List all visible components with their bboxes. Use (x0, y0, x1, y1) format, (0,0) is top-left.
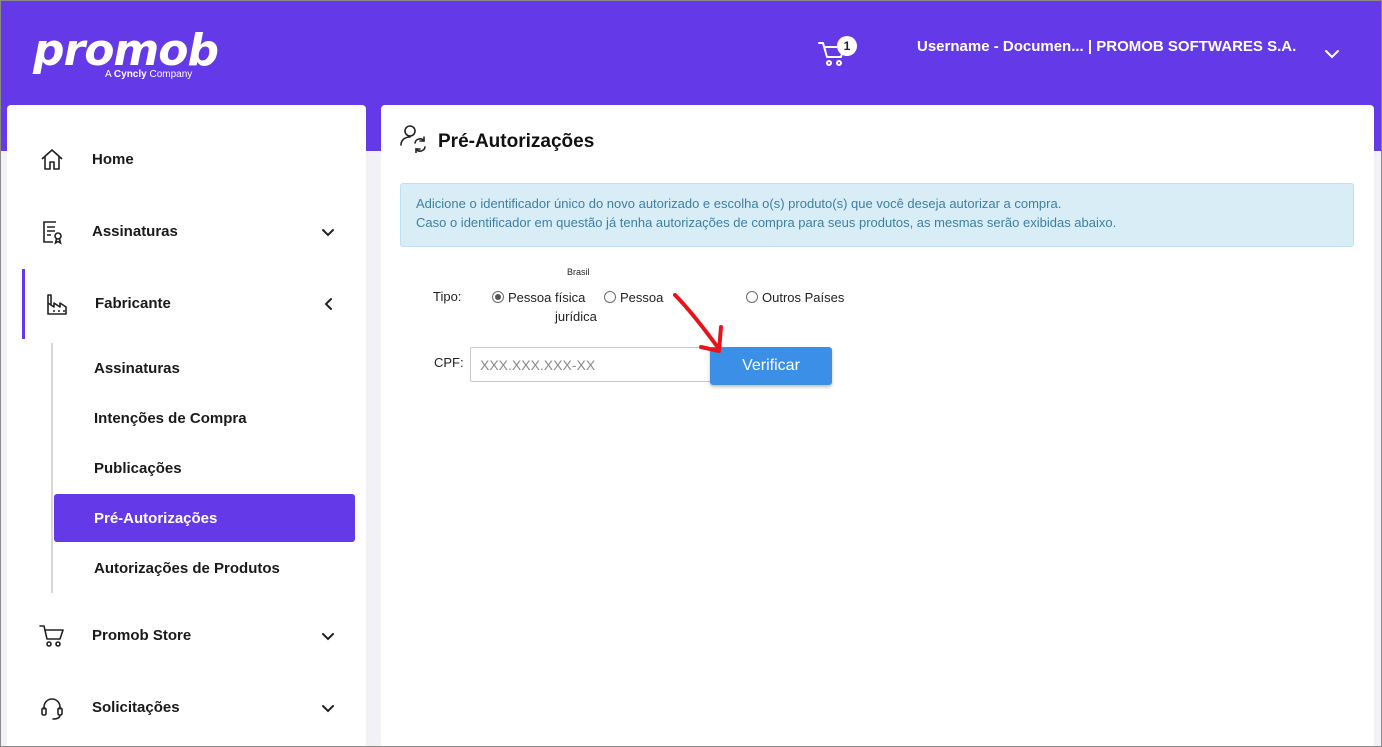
sidebar-item-label: Solicitações (92, 699, 180, 716)
radio-outros-paises-label[interactable]: Outros Países (762, 288, 844, 307)
radio-outros-paises[interactable] (746, 291, 758, 303)
sidebar-item-label: Assinaturas (92, 223, 178, 240)
info-text-line-2: Caso o identificador em questão já tenha… (416, 215, 1117, 230)
cart-count-badge: 1 (837, 36, 857, 56)
chevron-left-icon[interactable] (322, 297, 336, 311)
home-icon (41, 149, 63, 170)
page-title: Pré-Autorizações (438, 131, 595, 152)
sidebar-item-home[interactable]: Home (7, 131, 366, 191)
chevron-down-icon[interactable] (1323, 47, 1341, 61)
submenu-item-label: Pré-Autorizações (94, 510, 218, 527)
chevron-down-icon[interactable] (321, 225, 335, 239)
brasil-group-label: Brasil (567, 267, 590, 277)
cpf-label: CPF: (434, 355, 464, 370)
submenu-item-label: Autorizações de Produtos (94, 560, 280, 577)
info-text-line-1: Adicione o identificador único do novo a… (416, 196, 1062, 211)
submenu-item-intencoes-de-compra[interactable]: Intenções de Compra (54, 394, 355, 442)
sidebar-item-fabricante[interactable]: Fabricante (22, 269, 366, 339)
submenu-item-pre-autorizacoes[interactable]: Pré-Autorizações (54, 494, 355, 542)
radio-pessoa-fisica[interactable] (492, 291, 504, 303)
main-panel: Pré-Autorizações Adicione o identificado… (381, 105, 1374, 746)
sidebar-item-solicitacoes[interactable]: Solicitações (7, 679, 366, 739)
chevron-down-icon[interactable] (321, 701, 335, 715)
shopping-cart-icon (39, 625, 64, 647)
sidebar-item-label: Fabricante (95, 295, 171, 312)
logo-wordmark: promob (33, 25, 219, 76)
promob-logo[interactable]: promob A Cyncly Company (33, 25, 219, 81)
radio-pessoa-juridica[interactable] (604, 291, 616, 303)
submenu-item-label: Publicações (94, 460, 182, 477)
submenu-item-label: Assinaturas (94, 360, 180, 377)
user-sync-icon (400, 125, 426, 153)
radio-pessoa-juridica-label-line2[interactable]: jurídica (555, 307, 597, 326)
sidebar-item-label: Home (92, 151, 134, 168)
factory-icon (47, 294, 67, 315)
radio-pessoa-fisica-label[interactable]: Pessoa física (508, 288, 585, 307)
submenu-item-autorizacoes-de-produtos[interactable]: Autorizações de Produtos (54, 544, 355, 592)
chevron-down-icon[interactable] (321, 629, 335, 643)
sidebar: Home Assinaturas Fabricante Assinaturas (7, 105, 366, 746)
annotation-arrow-icon (673, 293, 723, 353)
sidebar-item-label: Promob Store (92, 627, 192, 644)
app-window: promob A Cyncly Company 1 Username - Doc… (0, 0, 1382, 747)
sidebar-item-promob-store[interactable]: Promob Store (7, 607, 366, 667)
user-account-label[interactable]: Username - Documen... | PROMOB SOFTWARES… (917, 36, 1297, 57)
submenu-item-label: Intenções de Compra (94, 410, 247, 427)
submenu-item-publicacoes[interactable]: Publicações (54, 444, 355, 492)
document-certificate-icon (43, 221, 62, 245)
sidebar-item-assinaturas[interactable]: Assinaturas (7, 203, 366, 263)
radio-pessoa-juridica-label[interactable]: Pessoa (620, 288, 663, 307)
headset-icon (41, 698, 63, 720)
submenu-track (51, 343, 53, 593)
tipo-label: Tipo: (433, 289, 462, 304)
info-alert: Adicione o identificador único do novo a… (400, 183, 1354, 247)
submenu-item-assinaturas[interactable]: Assinaturas (54, 344, 355, 392)
logo-tagline: A Cyncly Company (105, 69, 193, 80)
